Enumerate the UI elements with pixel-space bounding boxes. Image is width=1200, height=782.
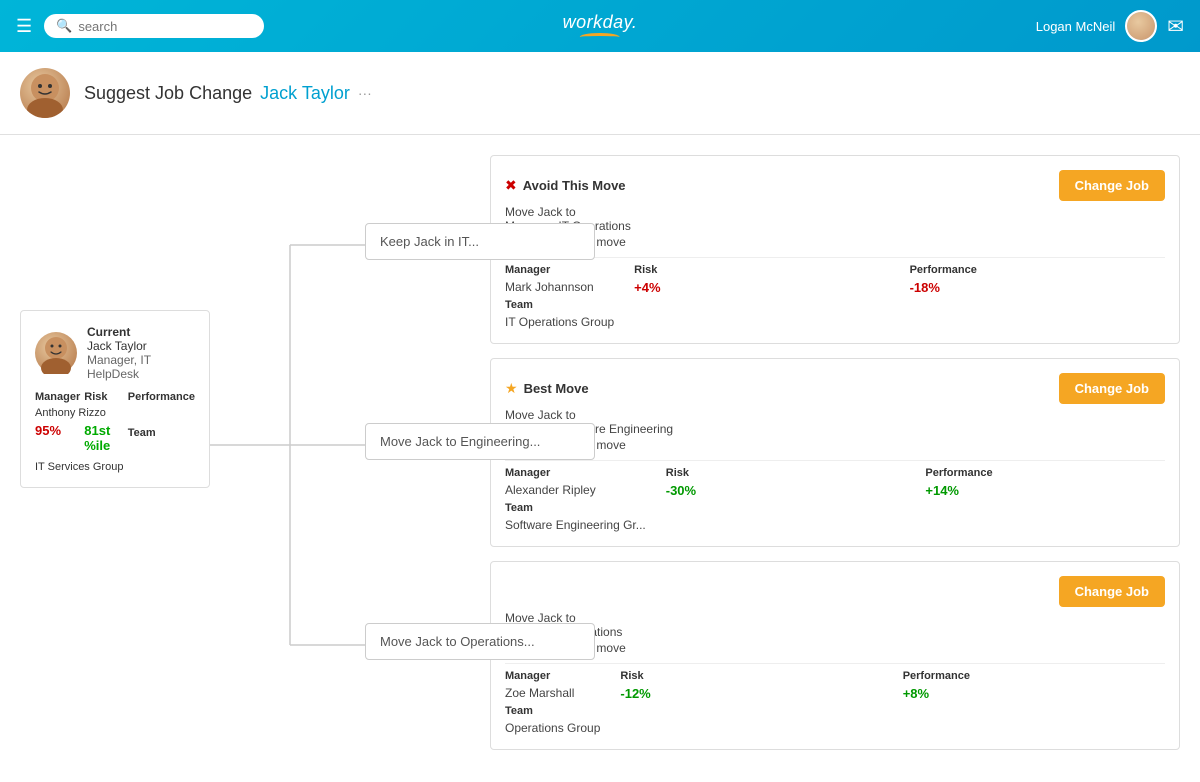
job-2-manager-label: Manager	[505, 467, 646, 479]
current-section-label: Current	[87, 325, 195, 339]
inbox-icon[interactable]: ✉	[1167, 14, 1184, 39]
user-avatar[interactable]	[1125, 10, 1157, 42]
job-card-1-pct: 23% choose this move	[505, 235, 1165, 249]
avoid-icon: ✖	[505, 177, 517, 194]
move-option-3[interactable]: Move Jack to Operations...	[365, 623, 595, 660]
current-employee-card: Current Jack Taylor Manager, IT HelpDesk…	[20, 310, 210, 488]
current-card-info: Current Jack Taylor Manager, IT HelpDesk	[87, 325, 195, 381]
job-card-1-header: ✖ Avoid This Move Change Job	[505, 170, 1165, 201]
team-value: IT Services Group	[35, 461, 195, 473]
user-name: Logan McNeil	[1036, 19, 1116, 34]
menu-icon[interactable]: ☰	[16, 16, 32, 37]
job-card-3-stats: Manager Risk Performance Zoe Marshall -1…	[505, 670, 1165, 735]
job-2-risk-value: -30%	[666, 483, 906, 498]
job-1-perf-label: Performance	[910, 264, 1165, 276]
app-header: ☰ 🔍 workday. Logan McNeil ✉	[0, 0, 1200, 52]
risk-value: 95%	[35, 423, 80, 453]
job-3-risk-label: Risk	[620, 670, 882, 682]
job-card-2-header: ★ Best Move Change Job	[505, 373, 1165, 404]
team-label: Team	[128, 427, 195, 453]
avoid-badge-label: Avoid This Move	[523, 178, 626, 193]
best-badge-label: Best Move	[524, 381, 589, 396]
risk-label: Risk	[84, 391, 123, 403]
job-card-2-title-area: ★ Best Move	[505, 380, 589, 397]
job-2-team-label: Team	[505, 502, 646, 514]
job-1-perf-value: -18%	[910, 280, 1165, 295]
page-content: Suggest Job Change Jack Taylor ···	[0, 52, 1200, 782]
move-option-box-2[interactable]: Move Jack to Engineering...	[365, 423, 595, 460]
change-job-button-3[interactable]: Change Job	[1059, 576, 1165, 607]
more-options-icon[interactable]: ···	[358, 85, 372, 101]
move-option-box-1[interactable]: Keep Jack in IT...	[365, 223, 595, 260]
current-stats: Manager Risk Performance Anthony Rizzo 9…	[35, 391, 195, 473]
job-3-risk-value: -12%	[620, 686, 882, 701]
change-job-button-2[interactable]: Change Job	[1059, 373, 1165, 404]
job-card-2-stats: Manager Risk Performance Alexander Riple…	[505, 467, 1165, 532]
job-card-1-stats: Manager Risk Performance Mark Johannson …	[505, 264, 1165, 329]
perf-label: Performance	[128, 391, 195, 403]
move-option-2[interactable]: Move Jack to Engineering...	[365, 423, 595, 460]
current-name: Jack Taylor	[87, 339, 195, 353]
manager-value: Anthony Rizzo	[35, 407, 195, 419]
workday-logo: workday.	[563, 12, 638, 41]
job-card-1-title-area: ✖ Avoid This Move	[505, 177, 626, 194]
current-title: Manager, IT HelpDesk	[87, 353, 195, 381]
job-3-manager-label: Manager	[505, 670, 600, 682]
job-card-2-desc: Move Jack to Manager, Software Engineeri…	[505, 408, 1165, 436]
logo-arc	[580, 33, 620, 41]
diagram-area: Current Jack Taylor Manager, IT HelpDesk…	[0, 135, 1200, 770]
page-title-name[interactable]: Jack Taylor	[260, 83, 350, 104]
logo-text: workday.	[563, 12, 638, 33]
job-3-perf-value: +8%	[903, 686, 1165, 701]
job-card-2-pct: 12% choose this move	[505, 438, 1165, 452]
job-2-perf-value: +14%	[925, 483, 1165, 498]
search-input[interactable]	[78, 19, 254, 34]
job-3-team-value: Operations Group	[505, 721, 600, 735]
current-avatar	[35, 332, 77, 374]
job-3-team-label: Team	[505, 705, 600, 717]
change-job-button-1[interactable]: Change Job	[1059, 170, 1165, 201]
job-1-risk-value: +4%	[634, 280, 889, 295]
job-card-3-header: Change Job	[505, 576, 1165, 607]
job-3-manager-value: Zoe Marshall	[505, 686, 600, 700]
job-1-team-value: IT Operations Group	[505, 315, 614, 329]
page-title-area: Suggest Job Change Jack Taylor ···	[84, 83, 372, 104]
current-card-header: Current Jack Taylor Manager, IT HelpDesk	[35, 325, 195, 381]
perf-value: 81st %ile	[84, 423, 123, 453]
job-2-risk-label: Risk	[666, 467, 906, 479]
search-bar[interactable]: 🔍	[44, 14, 264, 38]
job-2-perf-label: Performance	[925, 467, 1165, 479]
employee-avatar	[20, 68, 70, 118]
move-option-box-3[interactable]: Move Jack to Operations...	[365, 623, 595, 660]
job-1-risk-label: Risk	[634, 264, 889, 276]
avatar-image	[1127, 12, 1155, 40]
job-1-manager-label: Manager	[505, 264, 614, 276]
page-title-label: Suggest Job Change	[84, 83, 252, 104]
page-header: Suggest Job Change Jack Taylor ···	[0, 52, 1200, 135]
best-icon: ★	[505, 380, 518, 397]
search-icon: 🔍	[56, 18, 72, 34]
job-1-team-label: Team	[505, 299, 614, 311]
job-card-3-pct: 18% choose this move	[505, 641, 1165, 655]
job-card-1-desc: Move Jack to Manager, IT Operations	[505, 205, 1165, 233]
job-2-manager-value: Alexander Ripley	[505, 483, 646, 497]
job-card-3-desc: Move Jack to Director of Operations	[505, 611, 1165, 639]
move-option-1[interactable]: Keep Jack in IT...	[365, 223, 595, 260]
job-1-manager-value: Mark Johannson	[505, 280, 614, 294]
job-3-perf-label: Performance	[903, 670, 1165, 682]
job-2-team-value: Software Engineering Gr...	[505, 518, 646, 532]
header-right-area: Logan McNeil ✉	[1036, 10, 1184, 42]
connector-area: Keep Jack in IT... Move Jack to Engineer…	[210, 155, 470, 750]
manager-label: Manager	[35, 391, 80, 403]
